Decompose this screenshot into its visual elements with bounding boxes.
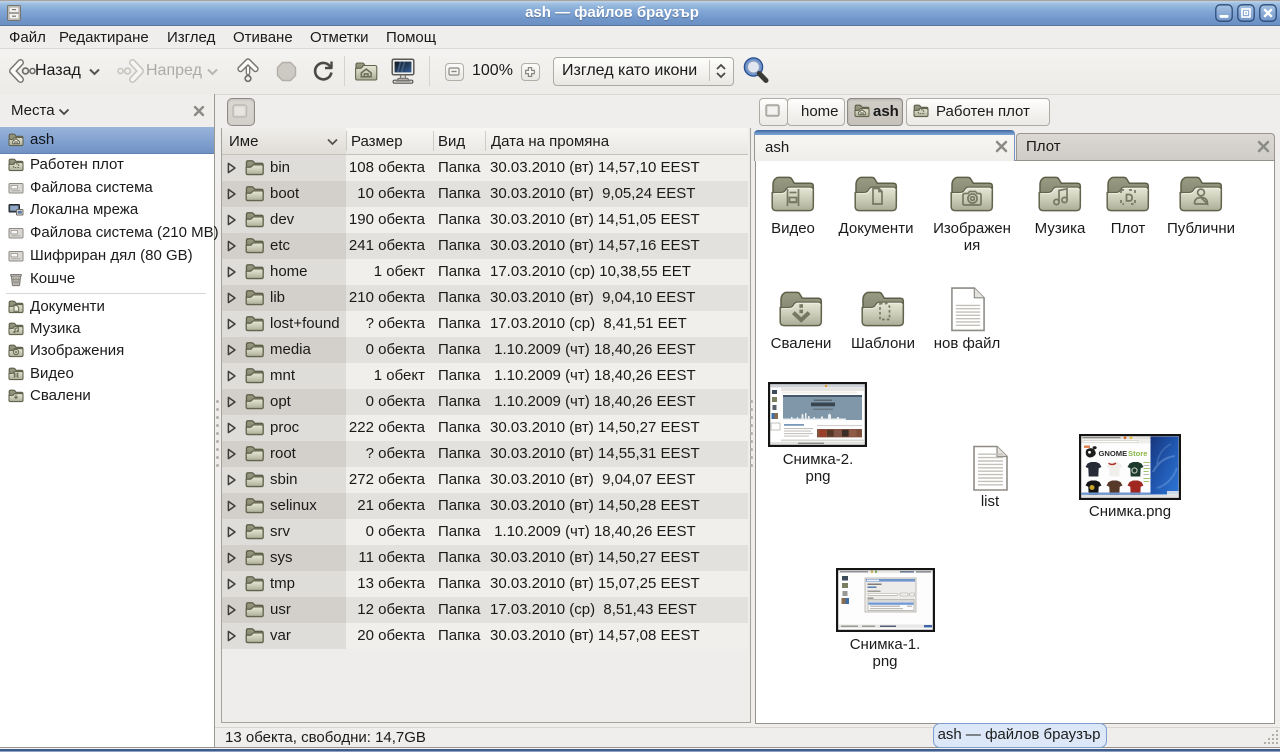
svg-text:Store: Store xyxy=(1128,449,1147,458)
svg-text:GNOME: GNOME xyxy=(1099,449,1128,458)
